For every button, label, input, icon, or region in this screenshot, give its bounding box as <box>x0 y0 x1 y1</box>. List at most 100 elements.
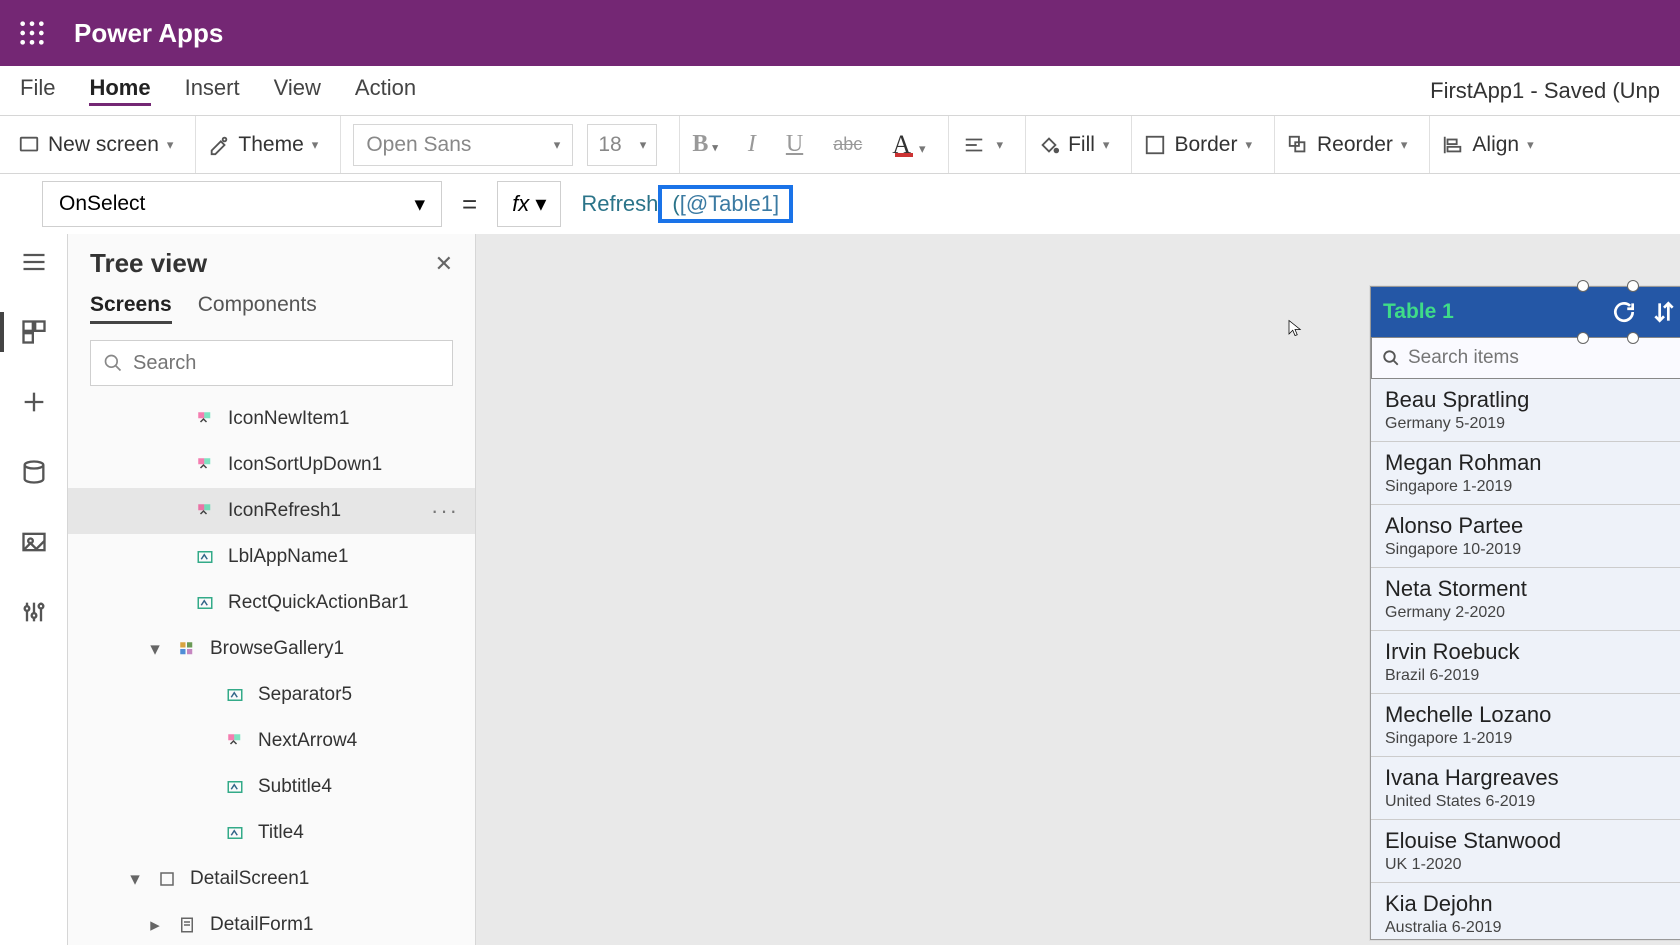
tree-node[interactable]: IconSortUpDown1 <box>68 442 475 488</box>
tab-components[interactable]: Components <box>198 293 317 324</box>
node-label: IconSortUpDown1 <box>228 454 382 476</box>
refresh-icon[interactable] <box>1611 299 1637 325</box>
close-icon[interactable]: ✕ <box>435 251 453 277</box>
item-subtitle: United States 6-2019 <box>1385 793 1559 811</box>
reorder-icon <box>1287 134 1309 156</box>
tree-node[interactable]: RectQuickActionBar1 <box>68 580 475 626</box>
fill-button[interactable]: Fill ▾ <box>1038 133 1109 157</box>
font-color-button[interactable]: A▾ <box>892 130 925 160</box>
node-type-icon <box>194 546 216 568</box>
tree-search[interactable] <box>90 340 453 386</box>
item-subtitle: Singapore 1-2019 <box>1385 478 1542 496</box>
formula-param: [@Table1] <box>680 191 779 217</box>
font-name-select[interactable]: Open Sans ▾ <box>353 124 573 166</box>
data-icon[interactable] <box>20 458 48 486</box>
tree-nodes: IconNewItem1 IconSortUpDown1 IconRefresh1·… <box>68 396 475 945</box>
reorder-button[interactable]: Reorder ▾ <box>1287 133 1407 157</box>
strike-button[interactable]: abc <box>833 134 862 155</box>
tree-node[interactable]: Subtitle4 <box>68 764 475 810</box>
list-item[interactable]: Beau SpratlingGermany 5-2019 <box>1371 379 1680 442</box>
waffle-icon[interactable] <box>18 19 46 47</box>
new-screen-label: New screen <box>48 133 159 157</box>
item-title: Kia Dejohn <box>1385 891 1502 917</box>
menu-home[interactable]: Home <box>89 75 150 106</box>
tree-node[interactable]: IconRefresh1··· <box>68 488 475 534</box>
menu-bar: File Home Insert View Action FirstApp1 -… <box>0 66 1680 116</box>
align-button[interactable]: Align ▾ <box>1442 133 1533 157</box>
tree-node[interactable]: NextArrow4 <box>68 718 475 764</box>
list-item[interactable]: Alonso ParteeSingapore 10-2019 <box>1371 505 1680 568</box>
tree-node[interactable]: Title4 <box>68 810 475 856</box>
item-title: Mechelle Lozano <box>1385 702 1551 728</box>
formula-bar: OnSelect ▾ = fx ▾ Refresh ( [@Table1] <box>0 174 1680 234</box>
selection-handle[interactable] <box>1627 280 1639 292</box>
tree-view-title: Tree view <box>90 248 207 279</box>
border-button[interactable]: Border ▾ <box>1144 133 1252 157</box>
reorder-label: Reorder <box>1317 133 1393 157</box>
tree-node[interactable]: ▾BrowseGallery1 <box>68 626 475 672</box>
bold-button[interactable]: B▾ <box>692 131 718 158</box>
chevron-down-icon[interactable]: ▾ <box>146 640 164 658</box>
list-item[interactable]: Neta StormentGermany 2-2020 <box>1371 568 1680 631</box>
menu-insert[interactable]: Insert <box>185 75 240 106</box>
chevron-down-icon[interactable]: ▾ <box>126 870 144 888</box>
more-icon[interactable]: ··· <box>431 498 459 524</box>
item-subtitle: Australia 6-2019 <box>1385 919 1502 937</box>
menu-view[interactable]: View <box>274 75 321 106</box>
font-name-value: Open Sans <box>366 133 471 157</box>
new-screen-button[interactable]: New screen ▾ <box>18 133 173 157</box>
selection-handle[interactable] <box>1627 332 1639 344</box>
insert-icon[interactable] <box>20 388 48 416</box>
chevron-down-icon: ▾ <box>535 191 546 217</box>
chevron-down-icon: ▾ <box>414 192 425 217</box>
node-type-icon <box>224 730 246 752</box>
italic-button[interactable]: I <box>748 131 756 158</box>
list-item[interactable]: Mechelle LozanoSingapore 1-2019 <box>1371 694 1680 757</box>
tree-node[interactable]: IconNewItem1 <box>68 396 475 442</box>
fx-button[interactable]: fx ▾ <box>497 181 561 227</box>
sort-icon[interactable] <box>1651 299 1677 325</box>
list-item[interactable]: Elouise StanwoodUK 1-2020 <box>1371 820 1680 883</box>
preview-title: Table 1 <box>1383 300 1597 324</box>
canvas[interactable]: Table 1 Beau SpratlingGermany 5-2019Mega… <box>476 234 1680 945</box>
menu-file[interactable]: File <box>20 75 55 106</box>
tree-view-icon[interactable] <box>20 318 48 346</box>
tree-search-input[interactable] <box>133 352 440 375</box>
node-label: DetailScreen1 <box>190 868 309 890</box>
menu-action[interactable]: Action <box>355 75 416 106</box>
tree-node[interactable]: ▾ DetailScreen1 <box>68 856 475 902</box>
align-icon[interactable] <box>961 134 987 156</box>
chevron-down-icon: ▾ <box>1245 137 1252 153</box>
app-preview: Table 1 Beau SpratlingGermany 5-2019Mega… <box>1370 286 1680 940</box>
advanced-icon[interactable] <box>20 598 48 626</box>
item-title: Megan Rohman <box>1385 450 1542 476</box>
tree-node[interactable]: Separator5 <box>68 672 475 718</box>
selection-handle[interactable] <box>1577 280 1589 292</box>
bucket-icon <box>1038 134 1060 156</box>
hamburger-icon[interactable] <box>20 248 48 276</box>
preview-search-input[interactable] <box>1408 347 1680 369</box>
tree-node[interactable]: ▸ DetailForm1 <box>68 902 475 945</box>
theme-button[interactable]: Theme ▾ <box>208 133 318 157</box>
underline-button[interactable]: U <box>786 131 803 158</box>
selection-handle[interactable] <box>1577 332 1589 344</box>
media-icon[interactable] <box>20 528 48 556</box>
formula-input[interactable]: Refresh ( [@Table1] <box>581 185 793 223</box>
node-label: Subtitle4 <box>258 776 332 798</box>
node-type-icon <box>224 822 246 844</box>
node-label: DetailForm1 <box>210 914 313 936</box>
list-item[interactable]: Kia Dejohn Australia 6-2019 <box>1371 883 1680 939</box>
list-item[interactable]: Ivana Hargreaves United States 6-2019 <box>1371 757 1680 820</box>
tab-screens[interactable]: Screens <box>90 293 172 324</box>
font-size-select[interactable]: 18 ▾ <box>587 124 657 166</box>
tree-view-panel: Tree view ✕ Screens Components IconNewIt… <box>68 234 476 945</box>
list-item[interactable]: Megan Rohman Singapore 1-2019 <box>1371 442 1680 505</box>
chevron-right-icon[interactable]: ▸ <box>146 916 164 934</box>
list-item[interactable]: Irvin RoebuckBrazil 6-2019 <box>1371 631 1680 694</box>
chevron-down-icon: ▾ <box>554 137 561 153</box>
item-title: Ivana Hargreaves <box>1385 765 1559 791</box>
property-select[interactable]: OnSelect ▾ <box>42 181 442 227</box>
formula-paren: ( <box>672 191 679 217</box>
tree-node[interactable]: LblAppName1 <box>68 534 475 580</box>
border-label: Border <box>1174 133 1237 157</box>
